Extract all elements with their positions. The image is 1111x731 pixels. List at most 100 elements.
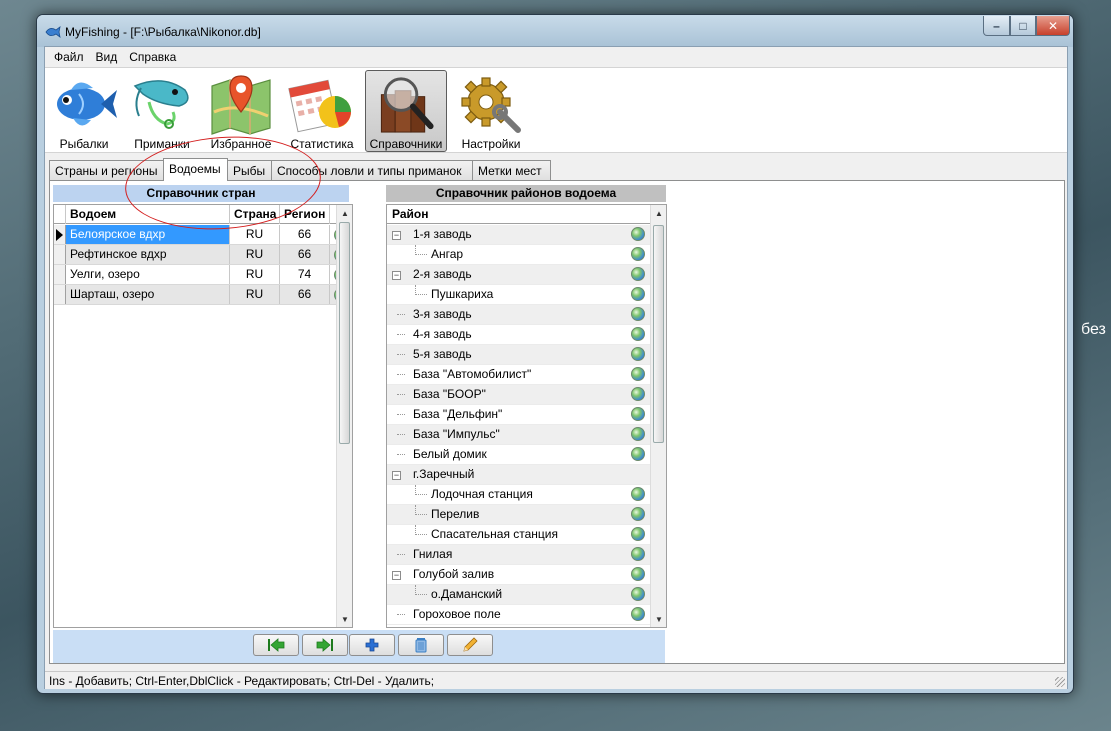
tree-item[interactable]: База "БООР": [387, 385, 650, 405]
tree-item-label[interactable]: Белый домик: [413, 445, 487, 464]
menu-file[interactable]: Файл: [48, 50, 90, 64]
tree-item[interactable]: 3-я заводь: [387, 305, 650, 325]
globe-icon[interactable]: [631, 567, 645, 581]
tree-item[interactable]: Ангар: [387, 245, 650, 265]
collapse-toggle-icon[interactable]: −: [392, 231, 401, 240]
globe-icon[interactable]: [631, 327, 645, 341]
tree-item[interactable]: о.Даманский: [387, 585, 650, 605]
tree-item[interactable]: Гороховое поле: [387, 605, 650, 625]
tree-item[interactable]: − 2-я заводь: [387, 265, 650, 285]
maximize-button[interactable]: □: [1010, 16, 1036, 36]
waterbodies-grid[interactable]: Водоем Страна Регион Белоярское вдхр RU …: [53, 204, 353, 628]
first-record-button[interactable]: [253, 634, 299, 656]
globe-icon[interactable]: [631, 587, 645, 601]
cell-region[interactable]: 66: [280, 225, 330, 244]
scroll-thumb[interactable]: [339, 222, 350, 444]
toolbar-references-button[interactable]: Справочники: [365, 70, 447, 152]
tree-item-label[interactable]: Гороховое поле: [413, 605, 501, 624]
globe-icon[interactable]: [631, 227, 645, 241]
tree-item[interactable]: Лодочная станция: [387, 485, 650, 505]
tree-item-label[interactable]: г.Заречный: [413, 465, 474, 484]
tree-item[interactable]: Спасательная станция: [387, 525, 650, 545]
globe-icon[interactable]: [631, 547, 645, 561]
scroll-down-icon[interactable]: ▼: [337, 611, 353, 627]
tree-item-label[interactable]: 5-я заводь: [413, 345, 472, 364]
toolbar-fishing-trips-button[interactable]: Рыбалки: [47, 70, 121, 152]
globe-icon[interactable]: [631, 247, 645, 261]
menu-help[interactable]: Справка: [123, 50, 182, 64]
last-record-button[interactable]: [302, 634, 348, 656]
cell-waterbody[interactable]: Шарташ, озеро: [66, 285, 230, 304]
cell-region[interactable]: 74: [280, 265, 330, 284]
districts-tree[interactable]: Район − 1-я заводь Ангар − 2-я заводь Пушкари…: [386, 204, 667, 628]
tree-item-label[interactable]: Голубой залив: [413, 565, 494, 584]
cell-country[interactable]: RU: [230, 245, 280, 264]
scroll-thumb[interactable]: [653, 225, 664, 443]
tree-item-label[interactable]: 2-я заводь: [413, 265, 472, 284]
menu-view[interactable]: Вид: [90, 50, 124, 64]
cell-country[interactable]: RU: [230, 265, 280, 284]
tree-item[interactable]: База "Дельфин": [387, 405, 650, 425]
tree-item[interactable]: База "Импульс": [387, 425, 650, 445]
tree-item-label[interactable]: Перелив: [431, 505, 479, 524]
tree-item-label[interactable]: Спасательная станция: [431, 525, 558, 544]
tree-item-label[interactable]: Лодочная станция: [431, 485, 533, 504]
tree-item-label[interactable]: 1-я заводь: [413, 225, 472, 244]
tree-item[interactable]: База "Автомобилист": [387, 365, 650, 385]
close-button[interactable]: ✕: [1036, 16, 1070, 36]
scroll-down-icon[interactable]: ▼: [651, 611, 666, 627]
tree-item-label[interactable]: Гнилая: [413, 545, 452, 564]
tree-item[interactable]: − г.Заречный: [387, 465, 650, 485]
collapse-toggle-icon[interactable]: −: [392, 571, 401, 580]
tree-item-label[interactable]: о.Даманский: [431, 585, 502, 604]
globe-icon[interactable]: [631, 507, 645, 521]
delete-button[interactable]: [398, 634, 444, 656]
tree-item-label[interactable]: База "Автомобилист": [413, 365, 531, 384]
toolbar-settings-button[interactable]: Настройки: [453, 70, 529, 152]
grid-scrollbar[interactable]: ▲ ▼: [336, 205, 352, 627]
globe-icon[interactable]: [631, 407, 645, 421]
toolbar-lures-button[interactable]: Приманки: [125, 70, 199, 152]
tree-item-label[interactable]: 3-я заводь: [413, 305, 472, 324]
cell-region[interactable]: 66: [280, 245, 330, 264]
cell-country[interactable]: RU: [230, 225, 280, 244]
tree-item-label[interactable]: 4-я заводь: [413, 325, 472, 344]
tree-scrollbar[interactable]: ▲ ▼: [650, 205, 666, 627]
tree-item[interactable]: Белый домик: [387, 445, 650, 465]
tree-item-label[interactable]: База "БООР": [413, 385, 486, 404]
tree-item[interactable]: − 1-я заводь: [387, 225, 650, 245]
tree-item-label[interactable]: База "Импульс": [413, 425, 500, 444]
tree-item[interactable]: 4-я заводь: [387, 325, 650, 345]
globe-icon[interactable]: [631, 447, 645, 461]
tree-item[interactable]: − Голубой залив: [387, 565, 650, 585]
globe-icon[interactable]: [631, 487, 645, 501]
tree-item[interactable]: 5-я заводь: [387, 345, 650, 365]
minimize-button[interactable]: –: [983, 16, 1010, 36]
collapse-toggle-icon[interactable]: −: [392, 271, 401, 280]
table-row[interactable]: Уелги, озеро RU 74: [54, 265, 348, 285]
cell-waterbody[interactable]: Уелги, озеро: [66, 265, 230, 284]
globe-icon[interactable]: [631, 307, 645, 321]
tree-item-label[interactable]: База "Дельфин": [413, 405, 502, 424]
cell-region[interactable]: 66: [280, 285, 330, 304]
tree-item-label[interactable]: Ангар: [431, 245, 463, 264]
tree-item[interactable]: Пушкариха: [387, 285, 650, 305]
globe-icon[interactable]: [631, 367, 645, 381]
globe-icon[interactable]: [631, 347, 645, 361]
scroll-up-icon[interactable]: ▲: [651, 205, 666, 221]
globe-icon[interactable]: [631, 607, 645, 621]
collapse-toggle-icon[interactable]: −: [392, 471, 401, 480]
cell-waterbody[interactable]: Рефтинское вдхр: [66, 245, 230, 264]
add-button[interactable]: [349, 634, 395, 656]
table-row[interactable]: Рефтинское вдхр RU 66: [54, 245, 348, 265]
title-bar[interactable]: MyFishing - [F:\Рыбалка\Nikonor.db] – □ …: [37, 15, 1073, 47]
globe-icon[interactable]: [631, 527, 645, 541]
globe-icon[interactable]: [631, 427, 645, 441]
tree-item-label[interactable]: Пушкариха: [431, 285, 493, 304]
tab-place-marks[interactable]: Метки мест: [472, 160, 551, 180]
toolbar-statistics-button[interactable]: Статистика: [285, 70, 359, 152]
tree-item[interactable]: Гнилая: [387, 545, 650, 565]
table-row[interactable]: Шарташ, озеро RU 66: [54, 285, 348, 305]
resize-grip[interactable]: [1055, 677, 1065, 687]
tab-waterbodies[interactable]: Водоемы: [163, 158, 228, 181]
